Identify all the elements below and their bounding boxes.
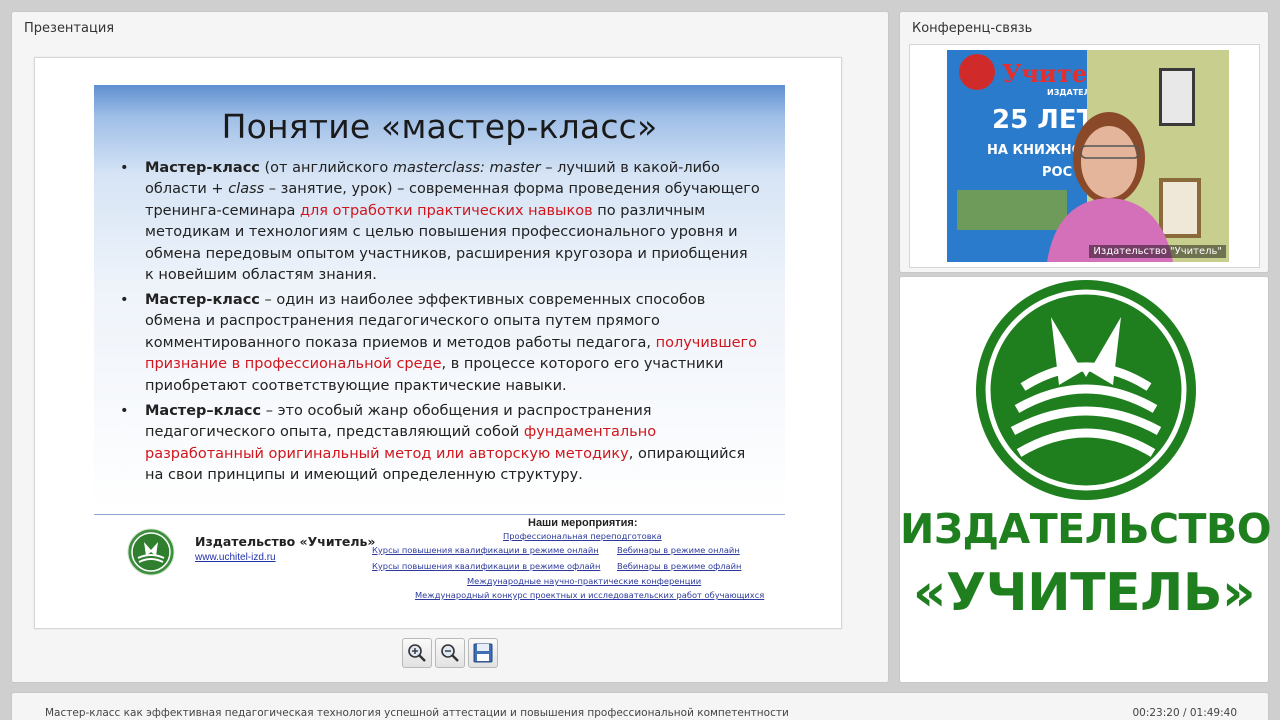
event-link[interactable]: Курсы повышения квалификации в режиме оф… xyxy=(372,561,600,571)
slide-bullet-1: • Мастер-класс (от английского mastercla… xyxy=(120,158,760,286)
event-link[interactable]: Международные научно-практические конфер… xyxy=(467,576,701,586)
conference-panel-title: Конференц-связь xyxy=(912,21,1033,36)
slide-content: Понятие «мастер-класс» • Мастер-класс (о… xyxy=(94,85,785,511)
event-link[interactable]: Вебинары в режиме офлайн xyxy=(617,561,741,571)
zoom-in-icon xyxy=(408,644,426,662)
video-participant-label: Издательство "Учитель" xyxy=(1089,245,1226,258)
conference-panel: Конференц-связь Учитель ИЗДАТЕЛЬСТВО 25 … xyxy=(899,11,1269,273)
bullet-term: Мастер–класс xyxy=(145,403,262,419)
event-link[interactable]: Профессиональная переподготовка xyxy=(503,531,662,541)
slide-footer-divider xyxy=(94,514,785,515)
slide-title: Понятие «мастер-класс» xyxy=(221,107,658,146)
presentation-panel: Презентация Понятие «мастер-класс» • Мас… xyxy=(11,11,889,683)
save-button[interactable] xyxy=(468,638,498,668)
banner-years: 25 ЛЕТ xyxy=(992,105,1095,135)
session-info-bar: Мастер-класс как эффективная педагогичес… xyxy=(11,692,1269,720)
presentation-panel-title: Презентация xyxy=(24,21,115,36)
floppy-disk-icon xyxy=(473,643,493,663)
zoom-out-button[interactable] xyxy=(435,638,465,668)
brand-name-line1: ИЗДАТЕЛЬСТВО xyxy=(900,505,1272,553)
bullet-term: Мастер-класс xyxy=(145,292,260,308)
event-link[interactable]: Вебинары в режиме онлайн xyxy=(617,545,740,555)
bullet-italic: class xyxy=(228,181,265,198)
event-link[interactable]: Международный конкурс проектных и исслед… xyxy=(415,590,764,600)
session-timer: 00:23:20 / 01:49:40 xyxy=(1132,707,1237,719)
bullet-marker: • xyxy=(120,403,129,419)
brand-name-line2: «УЧИТЕЛЬ» xyxy=(912,563,1256,623)
slide-bullet-3: • Мастер–класс – это особый жанр обобщен… xyxy=(120,401,760,487)
slide: Понятие «мастер-класс» • Мастер-класс (о… xyxy=(34,57,842,629)
bullet-italic: masterclass: master xyxy=(392,160,541,176)
video-scene: Учитель ИЗДАТЕЛЬСТВО 25 ЛЕТ НА КНИЖНОМ Р… xyxy=(947,50,1229,262)
bullet-text: (от английского xyxy=(259,160,393,176)
bullet-marker: • xyxy=(120,292,129,308)
video-container: Учитель ИЗДАТЕЛЬСТВО 25 ЛЕТ НА КНИЖНОМ Р… xyxy=(909,44,1260,268)
zoom-out-icon xyxy=(441,644,459,662)
zoom-in-button[interactable] xyxy=(402,638,432,668)
session-title: Мастер-класс как эффективная педагогичес… xyxy=(45,707,789,719)
publisher-logo-icon xyxy=(127,528,175,576)
banner-line2: РОС xyxy=(1042,165,1072,180)
publisher-name: Издательство «Учитель» xyxy=(195,534,376,549)
events-title: Наши мероприятия: xyxy=(528,517,638,529)
publisher-url-link[interactable]: www.uchitel-izd.ru xyxy=(195,552,276,563)
brand-panel: ИЗДАТЕЛЬСТВО «УЧИТЕЛЬ» xyxy=(899,276,1272,683)
bullet-highlight: для отработки практических навыков xyxy=(300,202,593,219)
slide-bullet-2: • Мастер-класс – один из наиболее эффект… xyxy=(120,290,760,397)
event-link[interactable]: Курсы повышения квалификации в режиме он… xyxy=(372,545,599,555)
publisher-big-logo-icon xyxy=(976,280,1196,500)
bullet-term: Мастер-класс xyxy=(145,160,260,176)
bullet-marker: • xyxy=(120,160,129,176)
webcam-video[interactable]: Учитель ИЗДАТЕЛЬСТВО 25 ЛЕТ НА КНИЖНОМ Р… xyxy=(947,50,1229,262)
